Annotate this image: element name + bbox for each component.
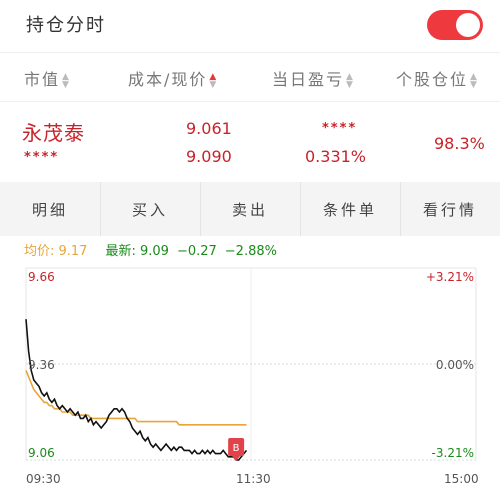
sort-icon: ▲ ▼ [62,71,69,90]
y-label-pct-mid: 0.00% [435,358,474,372]
y-label-mid: 9.36 [28,358,55,372]
y-label-pct-high: +3.21% [425,270,474,284]
toggle-knob [456,13,480,37]
column-daily-pnl-label: 当日盈亏 [272,70,345,89]
x-label-open: 09:30 [26,472,61,486]
y-label-low: 9.06 [28,446,55,460]
tab-details[interactable]: 明细 [0,182,100,236]
column-market-value-label: 市值 [24,70,61,89]
average-price: 均价: 9.17 [24,244,88,259]
tab-view-quote[interactable]: 看行情 [400,182,500,236]
stock-name: 永茂泰 [22,121,85,145]
price-change-percent: −2.88% [224,244,277,259]
price-line [25,319,248,461]
column-position-label: 个股仓位 [396,70,469,89]
holding-timeshare-toggle[interactable] [427,10,483,40]
tab-buy[interactable]: 买入 [100,182,200,236]
action-tabs: 明细 买入 卖出 条件单 看行情 [0,182,500,236]
tab-sell[interactable]: 卖出 [200,182,300,236]
daily-pnl-percent: 0.331% [305,147,367,166]
column-cost-price[interactable]: 成本/现价 ▲ ▼ [128,66,216,90]
daily-pnl-hidden: **** [322,121,358,136]
price-change: −0.27 [176,244,217,259]
sort-icon: ▲ ▼ [209,71,217,90]
sort-icon: ▲ ▼ [470,71,477,90]
column-header-row: 市值 ▲ ▼ 成本/现价 ▲ ▼ 当日盈亏 ▲ ▼ 个股仓位 ▲ ▼ [0,52,500,102]
column-daily-pnl[interactable]: 当日盈亏 ▲ ▼ [272,66,353,90]
cost-price: 9.061 [186,119,232,138]
column-position[interactable]: 个股仓位 ▲ ▼ [396,66,477,90]
intraday-chart[interactable]: B 9.66 9.36 9.06 +3.21% 0.00% -3.21% 09:… [0,262,500,490]
y-label-high: 9.66 [28,270,55,284]
y-label-pct-low: -3.21% [431,446,474,460]
x-label-close: 15:00 [444,472,479,486]
price-info-line: 均价: 9.17 最新: 9.09 −0.27 −2.88% [24,240,277,259]
x-label-midday: 11:30 [236,472,271,486]
position-percent: 98.3% [434,134,485,153]
holding-row[interactable]: 永茂泰 **** 9.061 9.090 **** 0.331% 98.3% [0,103,500,181]
intraday-chart-svg: B [25,267,477,461]
column-cost-price-label: 成本/现价 [128,70,208,89]
tab-conditional-order[interactable]: 条件单 [300,182,400,236]
page-title: 持仓分时 [26,15,106,36]
header: 持仓分时 [0,0,500,50]
column-market-value[interactable]: 市值 ▲ ▼ [24,66,69,90]
current-price: 9.090 [186,147,232,166]
market-value-hidden: **** [24,150,60,165]
buy-marker-label: B [233,443,240,454]
sort-icon: ▲ ▼ [346,71,353,90]
latest-price: 最新: 9.09 [105,244,169,259]
avg-price-line [25,370,247,426]
